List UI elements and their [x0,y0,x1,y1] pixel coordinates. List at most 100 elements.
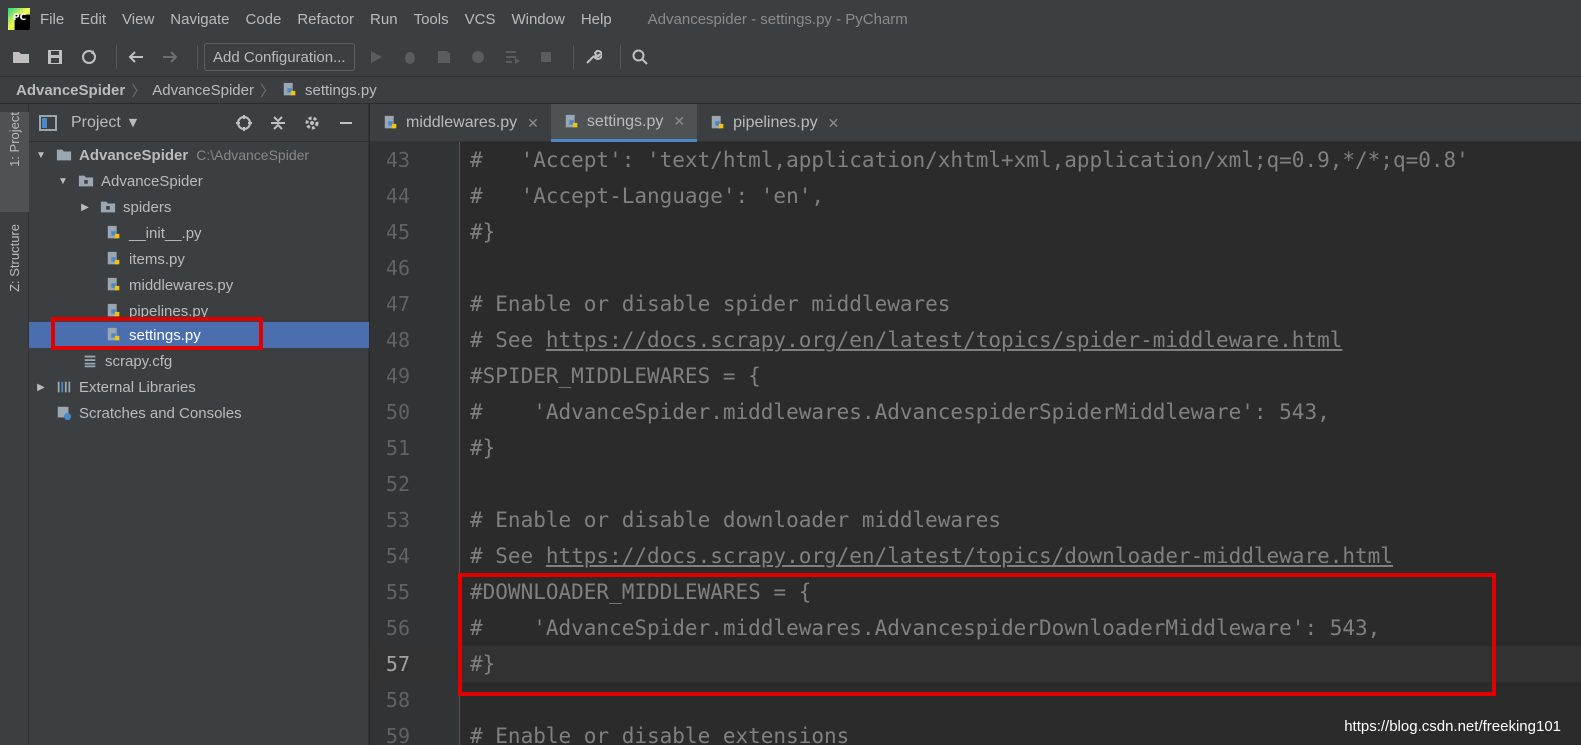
package-folder-icon [99,198,117,216]
code-text: # 'AdvanceSpider.middlewares.Advancespid… [470,616,1381,640]
python-file-icon [709,114,727,132]
menu-edit[interactable]: Edit [80,11,106,28]
window-title: Advancespider - settings.py - PyCharm [647,10,908,28]
watermark: https://blog.csdn.net/freeking101 [1344,718,1561,735]
run-concurrency-icon[interactable] [499,44,525,70]
tree-item-label: AdvanceSpider [79,146,189,164]
add-configuration-button[interactable]: Add Configuration... [204,43,355,71]
gear-icon[interactable] [300,111,324,135]
menu-view[interactable]: View [122,11,154,28]
pycharm-logo-icon: PC [8,8,30,30]
menu-help[interactable]: Help [581,11,612,28]
code-line[interactable]: 58 [370,682,1581,718]
structure-tool-tab[interactable]: Z: Structure [0,224,29,292]
tree-item-spiders[interactable]: ▶ spiders [29,194,369,220]
line-number: 48 [385,328,410,352]
python-file-icon [281,81,299,99]
profile-icon[interactable] [465,44,491,70]
tree-item-middlewares-py[interactable]: middlewares.py [29,272,369,298]
code-line[interactable]: 56 # 'AdvanceSpider.middlewares.Advancesp… [370,610,1581,646]
tree-item-label: middlewares.py [129,276,234,294]
locate-file-icon[interactable] [232,111,256,135]
tree-item-project-root[interactable]: ▼ AdvanceSpider C:\AdvanceSpider [29,142,369,168]
code-line[interactable]: 46 [370,250,1581,286]
code-line[interactable]: 55 #DOWNLOADER_MIDDLEWARES = { [370,574,1581,610]
menu-bar: PC File Edit View Navigate Code Refactor… [0,0,1581,38]
menu-file[interactable]: File [40,11,64,28]
code-line[interactable]: 50 # 'AdvanceSpider.middlewares.Advancesp… [370,394,1581,430]
config-file-icon [81,352,99,370]
menu-navigate[interactable]: Navigate [170,11,229,28]
line-number: 47 [385,292,410,316]
project-tool-tab[interactable]: 1: Project [0,112,29,212]
code-line[interactable]: 49 #SPIDER_MIDDLEWARES = { [370,358,1581,394]
code-line[interactable]: 54 # See https://docs.scrapy.org/en/lates… [370,538,1581,574]
menu-tools[interactable]: Tools [414,11,449,28]
code-text: # Enable or disable downloader middlewar… [470,508,1002,532]
debug-icon[interactable] [397,44,423,70]
chevron-down-icon[interactable]: ▼ [57,175,69,187]
tab-settings-py[interactable]: settings.py ✕ [550,104,698,142]
menu-code[interactable]: Code [245,11,281,28]
breadcrumb-project[interactable]: AdvanceSpider [16,82,125,99]
tab-pipelines-py[interactable]: pipelines.py ✕ [697,104,851,142]
close-icon[interactable]: ✕ [828,115,840,132]
tree-item-label: pipelines.py [129,302,209,320]
libraries-icon [55,378,73,396]
tree-item-init-py[interactable]: __init__.py [29,220,369,246]
code-line[interactable]: 53 # Enable or disable downloader middlew… [370,502,1581,538]
chevron-down-icon[interactable]: ▼ [129,116,137,129]
collapse-all-icon[interactable] [266,111,290,135]
editor-tab-bar: middlewares.py ✕ settings.py ✕ pipelines… [370,104,1581,142]
tree-item-scrapy-cfg[interactable]: scrapy.cfg [29,348,369,374]
code-text: # 'AdvanceSpider.middlewares.Advancespid… [470,400,1330,424]
code-line[interactable]: 52 [370,466,1581,502]
sync-icon[interactable] [76,44,102,70]
run-icon[interactable] [363,44,389,70]
menu-vcs[interactable]: VCS [465,11,496,28]
chevron-down-icon[interactable]: ▼ [35,149,47,161]
back-arrow-icon[interactable] [123,44,149,70]
code-line[interactable]: 48 # See https://docs.scrapy.org/en/lates… [370,322,1581,358]
forward-arrow-icon[interactable] [157,44,183,70]
wrench-icon[interactable] [580,44,606,70]
tree-item-settings-py[interactable]: settings.py [29,322,369,348]
tree-item-scratches[interactable]: Scratches and Consoles [29,400,369,426]
open-folder-icon[interactable] [8,44,34,70]
tree-item-items-py[interactable]: items.py [29,246,369,272]
code-text: # See https://docs.scrapy.org/en/latest/… [470,544,1393,568]
close-icon[interactable]: ✕ [527,115,539,132]
code-text: #} [470,220,496,244]
code-line[interactable]: 47 # Enable or disable spider middlewares [370,286,1581,322]
code-editor[interactable]: 43 # 'Accept': 'text/html,application/xht… [370,142,1581,745]
code-line[interactable]: 43 # 'Accept': 'text/html,application/xht… [370,142,1581,178]
save-icon[interactable] [42,44,68,70]
coverage-icon[interactable] [431,44,457,70]
code-url-link[interactable]: https://docs.scrapy.org/en/latest/topics… [546,544,1393,568]
project-view-selector[interactable]: Project [71,114,121,132]
code-line[interactable]: 45 #} [370,214,1581,250]
code-url-link[interactable]: https://docs.scrapy.org/en/latest/topics… [546,328,1343,352]
tree-item-package[interactable]: ▼ AdvanceSpider [29,168,369,194]
code-text: #SPIDER_MIDDLEWARES = { [470,364,761,388]
tab-middlewares-py[interactable]: middlewares.py ✕ [370,104,551,142]
line-number: 59 [385,724,410,745]
code-line[interactable]: 57 #} [370,646,1581,682]
search-icon[interactable] [627,44,653,70]
stop-icon[interactable] [533,44,559,70]
breadcrumb-file[interactable]: settings.py [305,82,377,99]
menu-window[interactable]: Window [511,11,564,28]
menu-refactor[interactable]: Refactor [297,11,354,28]
minimize-icon[interactable] [334,111,358,135]
tab-label: pipelines.py [733,114,818,131]
chevron-right-icon[interactable]: ▶ [79,201,91,213]
main-toolbar: Add Configuration... [0,38,1581,76]
tree-item-pipelines-py[interactable]: pipelines.py [29,298,369,324]
chevron-right-icon[interactable]: ▶ [35,381,47,393]
code-line[interactable]: 44 # 'Accept-Language': 'en', [370,178,1581,214]
menu-run[interactable]: Run [370,11,398,28]
tree-item-external-libraries[interactable]: ▶ External Libraries [29,374,369,400]
close-icon[interactable]: ✕ [673,113,685,130]
breadcrumb-package[interactable]: AdvanceSpider [152,82,254,99]
code-line[interactable]: 51 #} [370,430,1581,466]
